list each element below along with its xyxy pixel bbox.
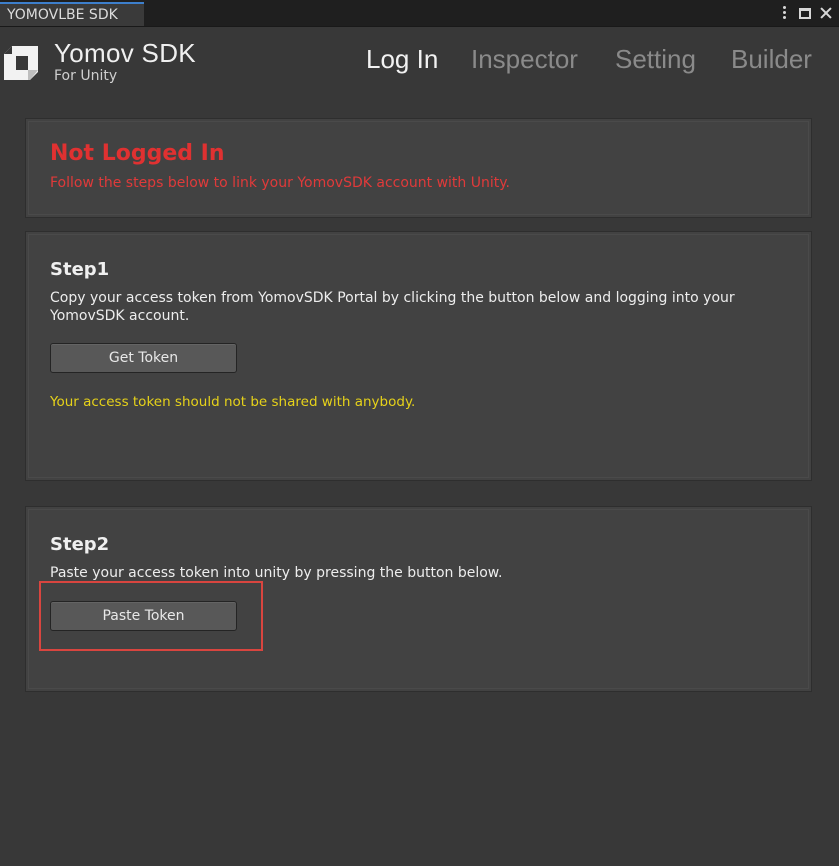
token-warning: Your access token should not be shared w… [50, 394, 416, 410]
close-icon[interactable] [819, 6, 833, 20]
window-tab-bar: YOMOVLBE SDK [0, 0, 839, 27]
nav-tab-log-in[interactable]: Log In [366, 44, 438, 75]
login-status-title: Not Logged In [50, 141, 225, 166]
step2-panel: Step2 Paste your access token into unity… [25, 506, 812, 692]
nav-tab-inspector[interactable]: Inspector [471, 44, 578, 75]
maximize-icon[interactable] [799, 7, 811, 19]
login-status-panel: Not Logged In Follow the steps below to … [25, 118, 812, 218]
window-tab-title: YOMOVLBE SDK [7, 7, 118, 23]
nav-tab-setting[interactable]: Setting [615, 44, 696, 75]
yomov-logo-icon [4, 46, 38, 80]
get-token-button[interactable]: Get Token [50, 343, 237, 373]
brand-subtitle: For Unity [54, 68, 118, 84]
window-tab[interactable]: YOMOVLBE SDK [0, 2, 144, 26]
step1-description: Copy your access token from YomovSDK Por… [50, 290, 735, 324]
paste-token-button[interactable]: Paste Token [50, 601, 237, 631]
step1-panel: Step1 Copy your access token from YomovS… [25, 231, 812, 481]
step2-description: Paste your access token into unity by pr… [50, 565, 503, 581]
step1-title: Step1 [50, 259, 110, 280]
kebab-menu-icon[interactable] [777, 6, 791, 20]
window-controls [777, 5, 833, 21]
login-status-message: Follow the steps below to link your Yomo… [50, 175, 510, 191]
step2-title: Step2 [50, 534, 110, 555]
nav-tab-builder[interactable]: Builder [731, 44, 812, 75]
brand-title: Yomov SDK [54, 38, 196, 68]
